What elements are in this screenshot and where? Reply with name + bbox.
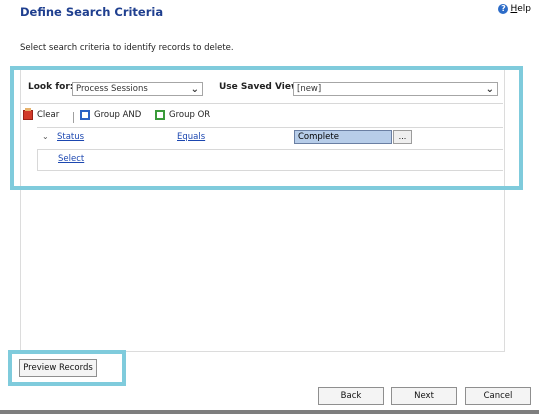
highlight-box-preview xyxy=(8,350,126,386)
instruction-text: Select search criteria to identify recor… xyxy=(20,43,234,53)
highlight-box-criteria xyxy=(10,66,523,190)
back-button[interactable]: Back xyxy=(318,387,384,405)
bottom-border xyxy=(0,410,539,414)
cancel-button[interactable]: Cancel xyxy=(465,387,531,405)
next-button[interactable]: Next xyxy=(391,387,457,405)
help-link[interactable]: ? Help xyxy=(498,4,531,14)
help-label: Help xyxy=(510,4,531,14)
dialog-title: Define Search Criteria xyxy=(20,5,164,19)
help-icon: ? xyxy=(498,4,509,14)
